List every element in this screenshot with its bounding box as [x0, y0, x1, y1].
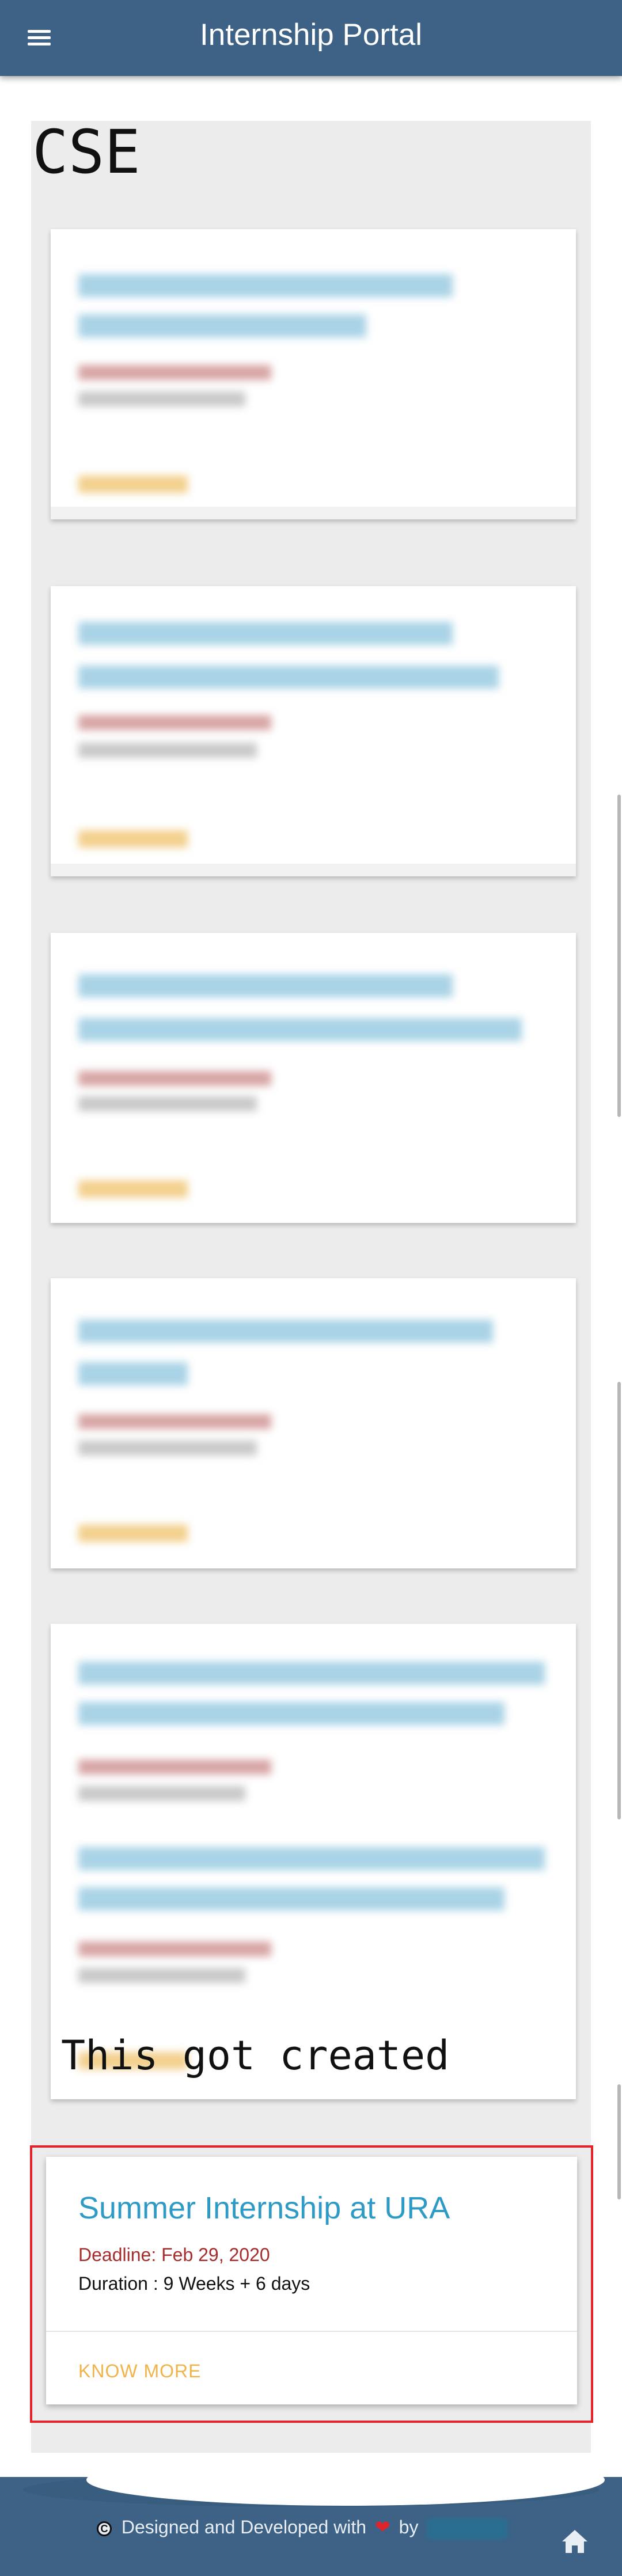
home-icon[interactable] — [561, 2529, 589, 2554]
card-know-more-redacted[interactable] — [78, 830, 188, 848]
internship-card[interactable] — [51, 229, 576, 519]
footer-by-text: by — [399, 2517, 419, 2537]
heart-icon: ❤ — [374, 2517, 390, 2537]
card-deadline-redacted — [78, 715, 271, 730]
card-duration-redacted — [78, 1786, 245, 1801]
card-duration-redacted — [78, 1441, 257, 1456]
card-deadline-redacted — [78, 1414, 271, 1429]
copyright-icon: C — [97, 2521, 112, 2536]
footer: C Designed and Developed with ❤ by — [0, 2477, 622, 2576]
scrollbar[interactable] — [617, 795, 621, 2199]
card-title-redacted — [78, 314, 366, 337]
card-deadline-redacted — [78, 1942, 271, 1956]
card-title-redacted — [78, 1018, 522, 1041]
card-know-more-redacted[interactable] — [78, 1180, 188, 1198]
app-header: Internship Portal — [0, 0, 622, 76]
app-title: Internship Portal — [200, 18, 422, 52]
internship-card[interactable] — [51, 586, 576, 876]
featured-internship-card[interactable]: Summer Internship at URA Deadline: Feb 2… — [46, 2157, 577, 2404]
card-title-redacted — [78, 274, 453, 297]
card-title-redacted — [78, 666, 499, 689]
card-duration-redacted — [78, 1968, 245, 1983]
internship-card[interactable] — [51, 1624, 576, 2099]
card-title-redacted — [78, 1662, 545, 1685]
card-deadline-redacted — [78, 1071, 271, 1086]
card-title-redacted — [78, 622, 453, 645]
card-duration-redacted — [78, 1096, 257, 1111]
card-title-redacted — [78, 1320, 493, 1343]
internship-card[interactable] — [51, 1278, 576, 1568]
section-title: CSE — [32, 117, 141, 187]
card-title-redacted — [78, 1362, 188, 1385]
card-duration-redacted — [78, 743, 257, 758]
card-deadline-redacted — [78, 365, 271, 380]
card-title-redacted — [78, 974, 453, 997]
card-duration: Duration : 9 Weeks + 6 days — [78, 2273, 310, 2294]
know-more-button[interactable]: KNOW MORE — [78, 2361, 201, 2382]
card-title-redacted — [78, 1702, 505, 1725]
internship-card[interactable] — [51, 933, 576, 1223]
card-deadline: Deadline: Feb 29, 2020 — [78, 2244, 270, 2265]
card-know-more-redacted[interactable] — [78, 476, 188, 493]
developer-link-redacted[interactable] — [427, 2518, 508, 2539]
card-divider — [46, 2331, 577, 2332]
card-know-more-redacted[interactable] — [78, 1525, 188, 1542]
card-title-redacted — [78, 1887, 505, 1910]
card-deadline-redacted — [78, 1760, 271, 1775]
card-title[interactable]: Summer Internship at URA — [78, 2190, 450, 2226]
overlay-annotation-text: This got created — [61, 2032, 450, 2079]
footer-credits: C Designed and Developed with ❤ by — [97, 2516, 508, 2539]
card-duration-redacted — [78, 392, 245, 406]
card-title-redacted — [78, 1847, 545, 1870]
footer-text: Designed and Developed with — [121, 2517, 367, 2537]
